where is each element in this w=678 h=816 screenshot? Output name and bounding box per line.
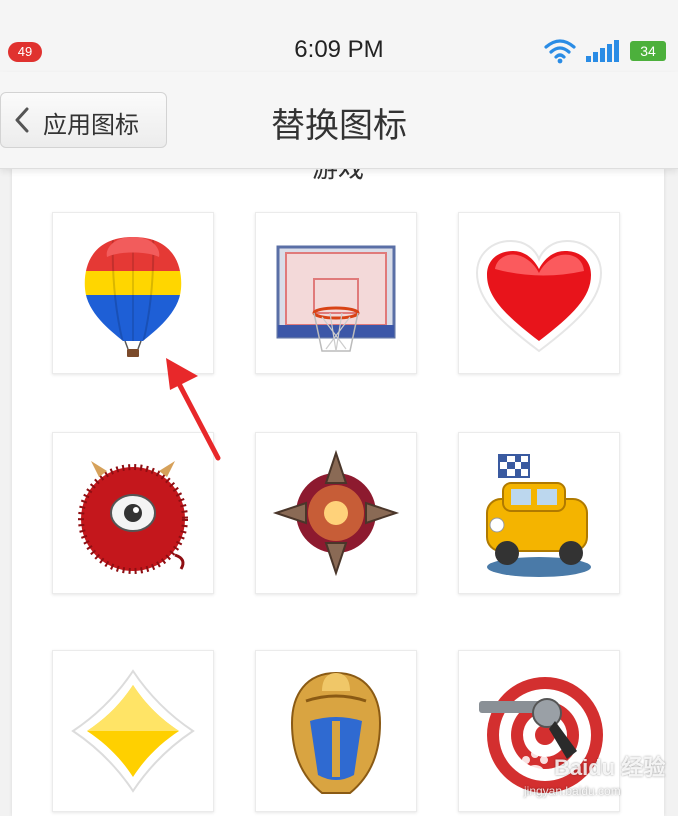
page-title: 替换图标 <box>271 106 407 146</box>
taxi-icon <box>486 454 591 577</box>
icon-grid-panel: 游戏 <box>12 168 664 816</box>
navigation-bar: 应用图标 替换图标 <box>0 72 678 169</box>
icon-tile-golden-helmet[interactable] <box>255 650 417 812</box>
icon-tile-yellow-diamond[interactable] <box>52 650 214 812</box>
helmet-icon <box>290 671 382 794</box>
status-time: 6:09 PM <box>294 36 384 63</box>
section-header: 游戏 <box>311 168 364 184</box>
icon-tile-hot-air-balloon[interactable] <box>52 212 214 374</box>
paw-logo-icon <box>522 750 548 779</box>
icon-tile-compass-orb[interactable] <box>255 432 417 594</box>
icon-tile-basketball-hoop[interactable] <box>255 212 417 374</box>
status-bar: 49 6:09 PM 34 <box>0 0 678 72</box>
signal-icon <box>586 40 619 62</box>
watermark: Baidu 经验 jingyan.baidu.com <box>518 742 668 812</box>
watermark-url: jingyan.baidu.com <box>524 784 621 798</box>
heart-icon <box>475 239 603 353</box>
watermark-brand: Baidu 经验 <box>554 755 666 780</box>
icon-tile-red-heart[interactable] <box>458 212 620 374</box>
compass-orb-icon <box>272 449 400 577</box>
basketball-hoop-icon <box>276 245 396 352</box>
icon-tile-yellow-taxi[interactable] <box>458 432 620 594</box>
pointer-arrow <box>166 358 221 461</box>
hot-air-balloon-icon <box>84 237 182 357</box>
battery-icon: 34 <box>630 41 666 61</box>
diamond-icon <box>71 669 195 793</box>
wifi-icon <box>544 39 576 64</box>
